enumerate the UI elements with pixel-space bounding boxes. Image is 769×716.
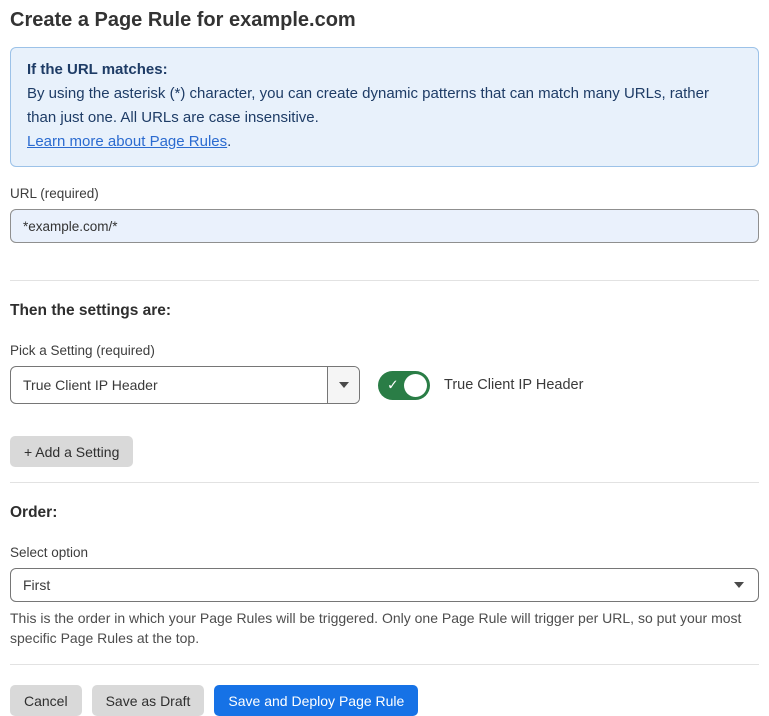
pick-setting-label: Pick a Setting (required) bbox=[10, 343, 759, 359]
order-select[interactable]: First bbox=[10, 568, 759, 602]
setting-select-value: True Client IP Header bbox=[11, 367, 327, 403]
toggle-knob bbox=[404, 374, 427, 397]
info-box-link-line: Learn more about Page Rules. bbox=[27, 130, 742, 154]
info-box-body: By using the asterisk (*) character, you… bbox=[27, 82, 742, 130]
settings-section-heading: Then the settings are: bbox=[10, 301, 759, 320]
chevron-down-icon[interactable] bbox=[327, 367, 359, 403]
setting-toggle[interactable]: ✓ bbox=[378, 371, 430, 400]
page-title: Create a Page Rule for example.com bbox=[10, 6, 759, 34]
save-deploy-button[interactable]: Save and Deploy Page Rule bbox=[214, 685, 418, 716]
toggle-label: True Client IP Header bbox=[444, 377, 583, 393]
chevron-down-icon bbox=[734, 582, 744, 588]
cancel-button[interactable]: Cancel bbox=[10, 685, 82, 716]
url-label: URL (required) bbox=[10, 186, 759, 202]
triangle-down-glyph bbox=[339, 382, 349, 388]
url-match-info-box: If the URL matches: By using the asteris… bbox=[10, 47, 759, 167]
order-help-text: This is the order in which your Page Rul… bbox=[10, 608, 759, 648]
learn-more-link[interactable]: Learn more about Page Rules bbox=[27, 133, 227, 150]
add-setting-button[interactable]: + Add a Setting bbox=[10, 436, 133, 467]
divider bbox=[10, 482, 759, 483]
order-select-label: Select option bbox=[10, 545, 759, 561]
setting-row: True Client IP Header ✓ True Client IP H… bbox=[10, 366, 759, 404]
info-box-heading: If the URL matches: bbox=[27, 58, 742, 82]
save-draft-button[interactable]: Save as Draft bbox=[92, 685, 205, 716]
order-select-value: First bbox=[23, 577, 50, 593]
link-period: . bbox=[227, 133, 231, 150]
setting-select[interactable]: True Client IP Header bbox=[10, 366, 360, 404]
order-section-heading: Order: bbox=[10, 503, 759, 522]
check-icon: ✓ bbox=[387, 378, 399, 392]
page-rule-form: Create a Page Rule for example.com If th… bbox=[0, 0, 769, 716]
footer-actions: Cancel Save as Draft Save and Deploy Pag… bbox=[10, 685, 759, 716]
divider bbox=[10, 280, 759, 281]
url-input[interactable] bbox=[10, 209, 759, 243]
divider bbox=[10, 664, 759, 665]
